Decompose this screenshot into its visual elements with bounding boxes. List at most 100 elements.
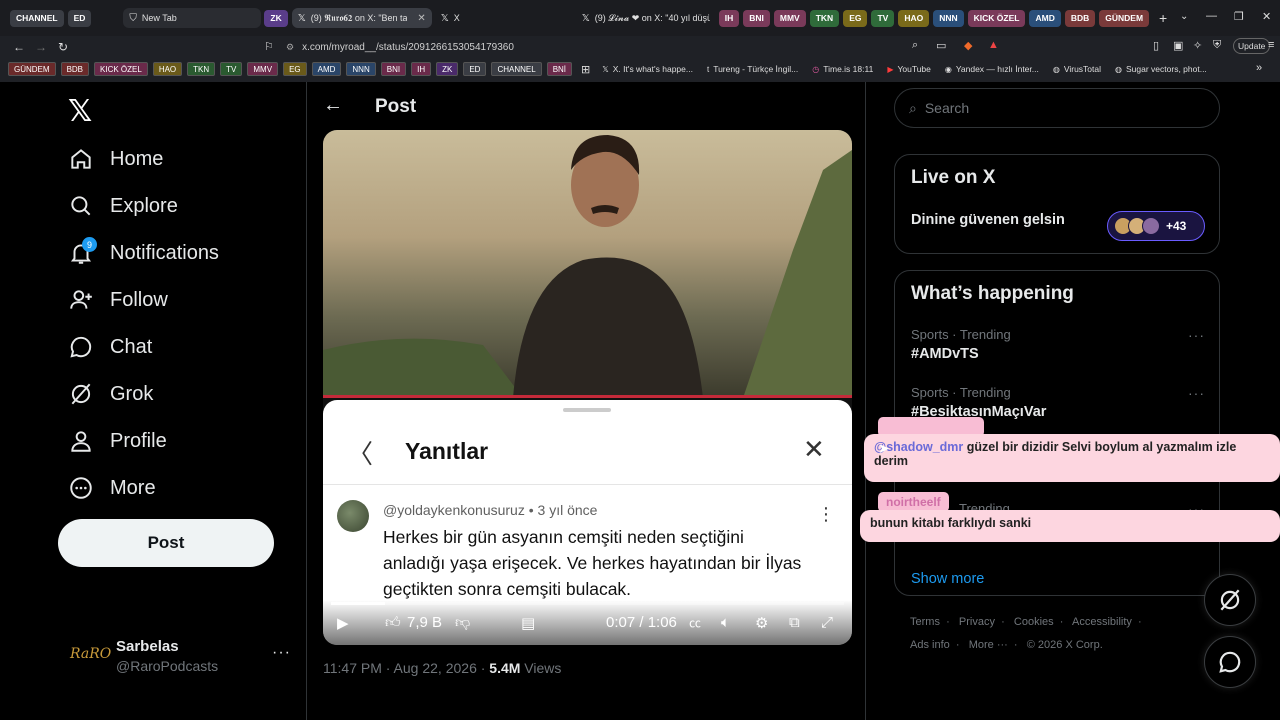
nav-chat[interactable]: Chat bbox=[58, 327, 308, 367]
url-field[interactable]: ⚙ x.com/myroad__/status/2091266153054179… bbox=[286, 36, 1006, 58]
zoom-icon[interactable]: ⌕ bbox=[912, 39, 918, 52]
account-switcher[interactable]: RaRO Sarbelas @RaroPodcasts ··· bbox=[66, 634, 296, 674]
tab-group-pill[interactable]: TV bbox=[871, 9, 895, 27]
bookmark-folder[interactable]: CHANNEL bbox=[491, 62, 542, 76]
trend-item[interactable]: Sports · Trending #AMDvTS ··· bbox=[911, 327, 1205, 362]
comments-icon[interactable]: ▤ bbox=[521, 614, 535, 632]
show-more-link[interactable]: Show more bbox=[911, 571, 984, 587]
tab-x[interactable]: 𝕏 X bbox=[435, 8, 573, 28]
nav-home[interactable]: Home bbox=[58, 139, 308, 179]
bookmark-page-icon[interactable]: ⚐ bbox=[264, 40, 274, 53]
tab-new-tab[interactable]: ⛉ New Tab bbox=[123, 8, 262, 28]
tab-group-pill[interactable]: TKN bbox=[809, 9, 840, 27]
tab-group-pill[interactable]: ZK bbox=[264, 9, 288, 27]
messages-fab-button[interactable] bbox=[1204, 636, 1256, 688]
sheet-drag-handle[interactable] bbox=[563, 408, 611, 412]
bookmark-folder[interactable]: AMD bbox=[311, 62, 342, 76]
dislike-icon[interactable]: 👎︎ bbox=[455, 614, 470, 632]
tab-group-pill-zk[interactable]: ZK bbox=[264, 9, 291, 27]
nav-more[interactable]: More bbox=[58, 468, 308, 508]
update-button[interactable]: Update bbox=[1233, 38, 1271, 54]
tab-group-pill[interactable]: EG bbox=[843, 9, 868, 27]
chevron-left-icon[interactable]: 〈 bbox=[347, 434, 373, 471]
back-nav-icon[interactable]: ← bbox=[10, 40, 28, 54]
trend-item[interactable]: Sports · Trending #BesiktasınMaçıVar ··· bbox=[911, 385, 1205, 420]
bookmark-folder[interactable]: NNN bbox=[346, 62, 376, 76]
nav-grok[interactable]: Grok bbox=[58, 374, 308, 414]
cast-icon[interactable]: ▭ bbox=[936, 39, 946, 52]
close-window-icon[interactable]: ✕ bbox=[1262, 10, 1271, 23]
video-progress-bar[interactable] bbox=[323, 395, 852, 398]
bookmark-link[interactable]: ◍ Sugar vectors, phot... bbox=[1115, 64, 1207, 74]
footer-link[interactable]: Accessibility bbox=[1072, 616, 1132, 628]
video-seek-bar[interactable] bbox=[331, 602, 844, 605]
tab-group-pill[interactable]: BDB bbox=[1064, 9, 1096, 27]
volume-icon[interactable]: 🔈︎ bbox=[721, 614, 730, 631]
bookmark-folder[interactable]: BNI bbox=[380, 62, 407, 76]
restore-icon[interactable]: ❐ bbox=[1234, 10, 1244, 23]
bookmark-link[interactable]: t Tureng - Türkçe İngil... bbox=[707, 64, 798, 74]
footer-link[interactable]: Cookies bbox=[1014, 616, 1054, 628]
minimize-icon[interactable]: — bbox=[1206, 10, 1217, 22]
more-dots-icon[interactable]: ··· bbox=[1188, 327, 1205, 343]
like-icon[interactable]: 👍︎ bbox=[385, 614, 401, 632]
tab-group-pill[interactable]: IH bbox=[718, 9, 740, 27]
tab-group-pill[interactable]: HAO bbox=[898, 9, 930, 27]
wallet-icon[interactable]: ▣ bbox=[1173, 39, 1183, 52]
bookmark-folder[interactable]: BDB bbox=[60, 62, 90, 76]
play-icon[interactable]: ▶ bbox=[337, 614, 349, 632]
tab-group-pill[interactable]: BNI bbox=[743, 9, 770, 27]
footer-link[interactable]: Ads info bbox=[910, 639, 950, 651]
nav-follow[interactable]: Follow bbox=[58, 280, 308, 320]
grok-fab-button[interactable] bbox=[1204, 574, 1256, 626]
sidebar-toggle-icon[interactable]: ▯ bbox=[1153, 39, 1159, 52]
nav-notifications[interactable]: 9 Notifications bbox=[58, 233, 308, 273]
bookmark-folder[interactable]: MMV bbox=[247, 62, 279, 76]
tab-group-pill[interactable]: ED bbox=[67, 9, 92, 27]
video-player[interactable]: 〈 Yanıtlar ✕ @yoldaykenkonusuruz • 3 yıl… bbox=[323, 130, 852, 645]
forward-nav-icon[interactable]: → bbox=[32, 40, 50, 54]
bookmark-link[interactable]: ◉ Yandex — hızlı İnter... bbox=[945, 64, 1039, 74]
vpn-icon[interactable]: ⛨ bbox=[1213, 39, 1221, 52]
live-space-title[interactable]: Dinine güvenen gelsin bbox=[911, 212, 1065, 228]
bookmark-folder[interactable]: KICK ÖZEL bbox=[94, 62, 148, 76]
miniplayer-icon[interactable]: ⧉ bbox=[789, 614, 800, 631]
bookmark-link[interactable]: 𝕏 X. It's what's happe... bbox=[602, 64, 693, 74]
menu-icon[interactable]: ≡ bbox=[1268, 39, 1274, 51]
bookmark-folder[interactable]: TKN bbox=[187, 62, 216, 76]
captions-icon[interactable]: ㏄ bbox=[689, 614, 701, 631]
bookmarks-overflow-icon[interactable]: » bbox=[1256, 62, 1262, 74]
fullscreen-icon[interactable]: ⤢ bbox=[821, 614, 833, 631]
site-info-icon[interactable]: ⚙ bbox=[286, 42, 294, 53]
bookmark-folder[interactable]: TV bbox=[220, 62, 243, 76]
leo-ai-icon[interactable]: ✧ bbox=[1193, 39, 1202, 52]
bookmark-folder[interactable]: BNİ bbox=[546, 62, 573, 76]
tab-group-pill[interactable]: KICK ÖZEL bbox=[967, 9, 1026, 27]
new-tab-plus-icon[interactable]: + bbox=[1159, 10, 1167, 26]
nav-profile[interactable]: Profile bbox=[58, 421, 308, 461]
footer-link[interactable]: More ··· bbox=[969, 639, 1008, 651]
bookmark-folder[interactable]: EG bbox=[283, 62, 307, 76]
tab-group-pill[interactable]: GÜNDEM bbox=[1099, 9, 1150, 27]
tab-active-post[interactable]: 𝕏 (9) 𝕽𝖚𝖗𝖔𝟔𝟐 on X: "Ben tamam ✕ bbox=[291, 8, 432, 28]
close-icon[interactable]: ✕ bbox=[803, 434, 825, 465]
bookmark-folder[interactable]: ED bbox=[463, 62, 487, 76]
settings-gear-icon[interactable]: ⚙ bbox=[755, 614, 768, 632]
footer-link[interactable]: Privacy bbox=[959, 616, 995, 628]
bookmark-link[interactable]: ◷ Time.is 18:11 bbox=[812, 64, 873, 74]
bookmark-folder[interactable]: ZK bbox=[436, 62, 459, 76]
reload-icon[interactable]: ↻ bbox=[54, 40, 72, 54]
bookmark-folder[interactable]: HAO bbox=[152, 62, 183, 76]
bookmark-folder[interactable]: GÜNDEM bbox=[8, 62, 56, 76]
tab-lina-post[interactable]: 𝕏 (9) 𝓛𝓲𝓷𝓪 ❤ on X: "40 yıl düşü bbox=[576, 8, 716, 28]
apps-grid-icon[interactable]: ⊞ bbox=[581, 63, 590, 76]
back-arrow-icon[interactable]: ← bbox=[323, 94, 343, 117]
brave-rewards-icon[interactable]: ▲ bbox=[988, 39, 999, 51]
tab-group-pill[interactable]: AMD bbox=[1029, 9, 1061, 27]
post-timestamp[interactable]: 11:47 PM · Aug 22, 2026 · bbox=[323, 660, 489, 676]
close-tab-icon[interactable]: ✕ bbox=[411, 13, 425, 24]
tab-group-pill[interactable]: NNN bbox=[933, 9, 964, 27]
more-dots-icon[interactable]: ··· bbox=[272, 644, 291, 662]
nav-explore[interactable]: Explore bbox=[58, 186, 308, 226]
x-logo-icon[interactable]: 𝕏 bbox=[68, 94, 92, 129]
